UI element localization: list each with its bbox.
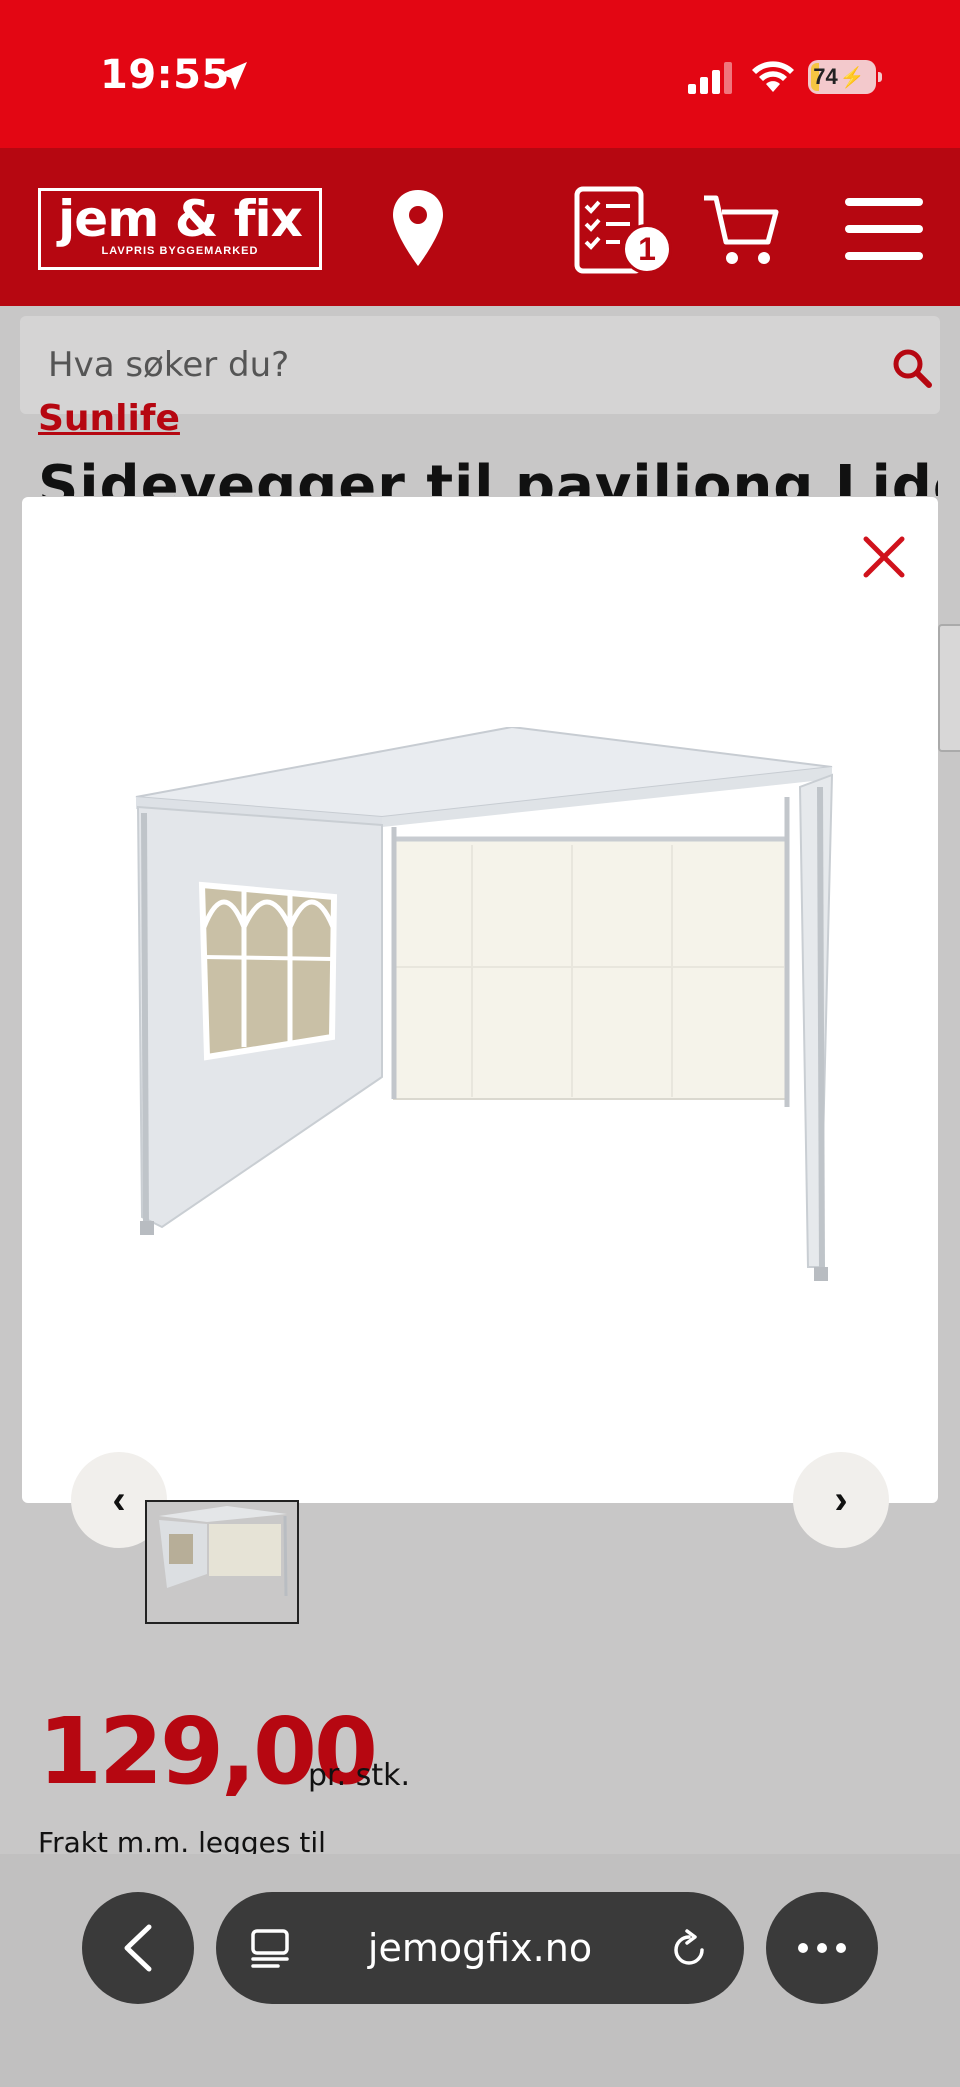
browser-address-bar[interactable]: jemogfix.no — [216, 1892, 744, 2004]
more-dot-icon — [798, 1943, 808, 1953]
next-image-button[interactable]: › — [793, 1452, 889, 1548]
product-title: Sidevegger til paviljong Lido 3 — [38, 452, 938, 496]
site-header: jem & fix LAVPRIS BYGGEMARKED 1 — [0, 148, 960, 306]
browser-url: jemogfix.no — [367, 1926, 593, 1970]
thumbnail-image — [147, 1502, 297, 1622]
more-dot-icon — [817, 1943, 827, 1953]
cart-icon[interactable] — [702, 192, 782, 268]
logo-text: jem & fix — [58, 190, 303, 248]
browser-more-button[interactable] — [766, 1892, 878, 2004]
search-input[interactable] — [48, 340, 828, 390]
battery-indicator: 74 ⚡ — [808, 60, 882, 94]
chevron-left-icon: ‹ — [112, 1477, 126, 1522]
chevron-right-icon: › — [834, 1477, 848, 1522]
search-icon[interactable] — [892, 348, 932, 388]
status-bar: 19:55 74 ⚡ — [0, 0, 960, 148]
charging-bolt-icon: ⚡ — [839, 66, 865, 89]
status-time: 19:55 — [100, 52, 230, 98]
browser-toolbar: jemogfix.no — [0, 1854, 960, 2087]
product-brand-link[interactable]: Sunlife — [38, 398, 180, 444]
hamburger-menu-icon[interactable] — [845, 196, 923, 262]
background-panel-edge — [938, 624, 960, 752]
product-title-text: Sidevegger til paviljong Lido 3 — [38, 454, 938, 496]
wifi-icon — [752, 61, 794, 92]
battery-level: 74 — [813, 64, 838, 89]
location-arrow-icon — [219, 62, 247, 90]
image-lightbox — [22, 497, 938, 1503]
browser-back-button[interactable] — [82, 1892, 194, 2004]
shopping-list-badge: 1 — [622, 224, 672, 274]
reload-icon[interactable] — [668, 1928, 710, 1970]
site-logo[interactable]: jem & fix LAVPRIS BYGGEMARKED — [38, 188, 322, 270]
price-unit: pr. stk. — [308, 1758, 410, 1793]
shipping-note: Frakt m.m. legges til — [38, 1826, 326, 1856]
image-thumbnail[interactable] — [145, 1500, 299, 1624]
more-dot-icon — [836, 1943, 846, 1953]
close-icon[interactable] — [860, 533, 908, 581]
signal-icon — [688, 62, 732, 94]
chevron-left-icon — [124, 1924, 152, 1972]
product-image — [135, 727, 834, 1281]
store-locator-icon[interactable] — [390, 188, 446, 268]
